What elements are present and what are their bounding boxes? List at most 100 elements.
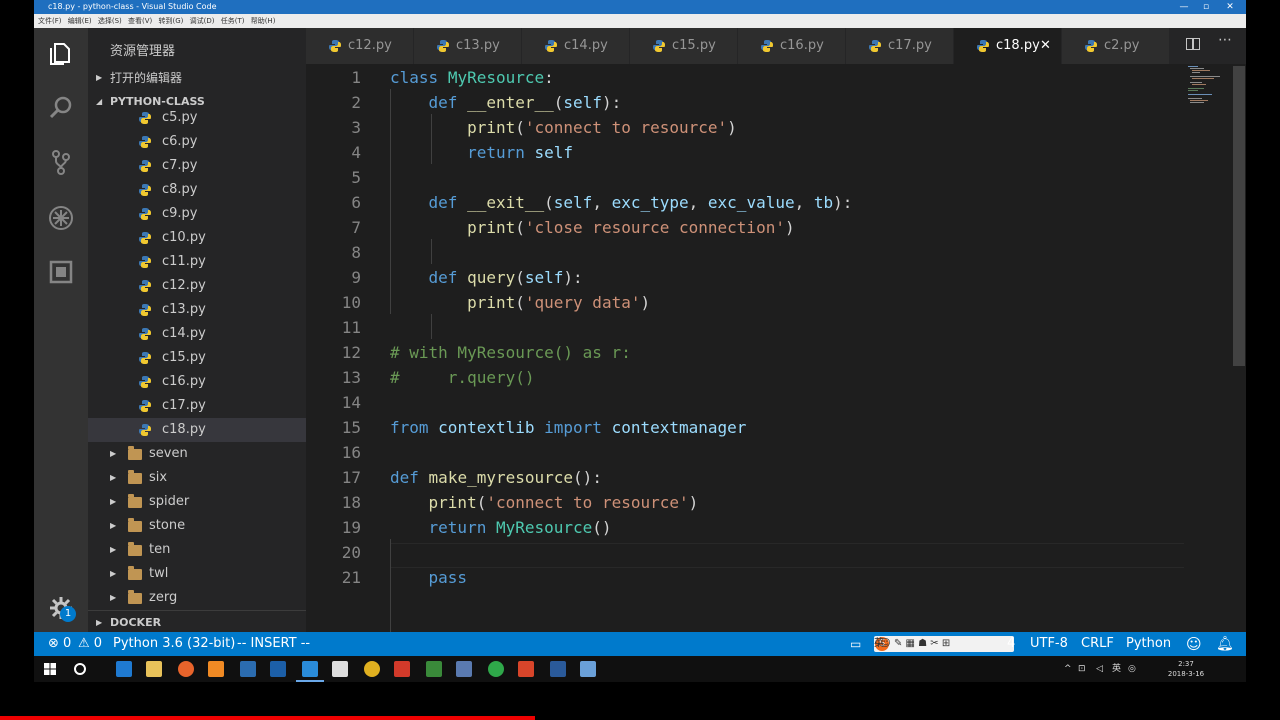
debug-icon[interactable]: [47, 204, 75, 232]
warnings-indicator[interactable]: ⚠ 0: [78, 632, 102, 656]
explorer-icon[interactable]: [47, 40, 75, 68]
cortana-icon[interactable]: [74, 663, 86, 675]
file-item[interactable]: c9.py: [88, 202, 306, 226]
code-line[interactable]: print('connect to resource'): [390, 115, 737, 140]
folder-item[interactable]: ▶ six: [88, 466, 306, 490]
file-item[interactable]: c6.py: [88, 130, 306, 154]
file-explorer-icon[interactable]: [146, 661, 162, 677]
folder-item[interactable]: ▶ twl: [88, 562, 306, 586]
menu-debug[interactable]: 调试(D): [190, 14, 215, 28]
app-icon-light-blue[interactable]: [580, 661, 596, 677]
menu-goto[interactable]: 转到(G): [159, 14, 184, 28]
source-control-icon[interactable]: [47, 148, 75, 176]
code-line[interactable]: def make_myresource():: [390, 465, 602, 490]
errors-indicator[interactable]: ⊗ 0: [48, 632, 71, 656]
file-item[interactable]: c10.py: [88, 226, 306, 250]
vscode-taskbar-icon[interactable]: [296, 661, 324, 682]
app-icon-blue[interactable]: [240, 661, 256, 677]
line-ending[interactable]: CRLF: [1081, 632, 1114, 656]
code-line[interactable]: print('close resource connection'): [390, 215, 795, 240]
split-editor-icon[interactable]: [1186, 38, 1200, 50]
close-tab-icon[interactable]: ✕: [1040, 28, 1051, 64]
menu-tasks[interactable]: 任务(T): [221, 14, 245, 28]
tab-c2-py[interactable]: c2.py: [1062, 28, 1170, 64]
tray-chevron-icon[interactable]: ^: [1064, 656, 1072, 682]
feedback-smiley-icon[interactable]: ☺: [1186, 632, 1202, 656]
file-item[interactable]: c18.py: [88, 418, 306, 442]
folder-item[interactable]: ▶ spider: [88, 490, 306, 514]
file-item[interactable]: c8.py: [88, 178, 306, 202]
minimize-button[interactable]: —: [1174, 0, 1194, 14]
network-icon[interactable]: ⊡: [1078, 656, 1086, 682]
tray-app-icon[interactable]: ◎: [1128, 656, 1136, 682]
code-line[interactable]: print('query data'): [390, 290, 650, 315]
open-editors-section[interactable]: ▶ 打开的编辑器: [88, 66, 306, 90]
code-line[interactable]: def __exit__(self, exc_type, exc_value, …: [390, 190, 853, 215]
language-mode[interactable]: Python: [1126, 632, 1171, 656]
tab-c14-py[interactable]: c14.py: [522, 28, 630, 64]
folder-item[interactable]: ▶ seven: [88, 442, 306, 466]
tab-c13-py[interactable]: c13.py: [414, 28, 522, 64]
docker-section[interactable]: ▶ DOCKER: [88, 610, 306, 632]
code-line[interactable]: # with MyResource() as r:: [390, 340, 631, 365]
code-line[interactable]: class MyResource:: [390, 65, 554, 90]
app-icon-orange[interactable]: [208, 661, 224, 677]
file-item[interactable]: c16.py: [88, 370, 306, 394]
xmind-icon[interactable]: [394, 661, 410, 677]
notepad-icon[interactable]: [332, 661, 348, 677]
app-icon-green[interactable]: [426, 661, 442, 677]
tab-c17-py[interactable]: c17.py: [846, 28, 954, 64]
file-item[interactable]: c14.py: [88, 322, 306, 346]
close-window-button[interactable]: ✕: [1220, 0, 1240, 14]
more-actions-icon[interactable]: ⋯: [1218, 32, 1232, 48]
windows-start-icon[interactable]: [44, 663, 56, 675]
folder-item[interactable]: ▶ zerg: [88, 586, 306, 610]
code-line[interactable]: return self: [390, 140, 573, 165]
menu-help[interactable]: 帮助(H): [251, 14, 276, 28]
tray-ime[interactable]: 英: [1112, 656, 1121, 682]
wechat-icon[interactable]: [488, 661, 504, 677]
file-item[interactable]: c7.py: [88, 154, 306, 178]
ime-toolbar[interactable]: S 英 ·,☺ ✎ ▦ ☗ ✂ ⊞: [874, 636, 1014, 652]
menu-file[interactable]: 文件(F): [38, 14, 62, 28]
tab-c15-py[interactable]: c15.py: [630, 28, 738, 64]
menu-selection[interactable]: 选择(S): [98, 14, 122, 28]
tab-c18-py[interactable]: c18.py ✕: [954, 28, 1062, 64]
photos-icon[interactable]: [456, 661, 472, 677]
vertical-scrollbar[interactable]: [1232, 64, 1246, 632]
file-item[interactable]: c13.py: [88, 298, 306, 322]
taskbar-clock[interactable]: 2:37 2018-3-16: [1166, 659, 1206, 679]
minimap[interactable]: [1186, 64, 1226, 104]
code-line[interactable]: # r.query(): [390, 365, 535, 390]
folder-item[interactable]: ▶ ten: [88, 538, 306, 562]
terminal-icon[interactable]: ▭: [850, 632, 861, 656]
tab-c12-py[interactable]: c12.py: [306, 28, 414, 64]
search-icon[interactable]: [47, 94, 75, 122]
volume-icon[interactable]: ◁: [1096, 656, 1103, 682]
app-icon-window[interactable]: [270, 661, 286, 677]
code-line[interactable]: return MyResource(): [390, 515, 612, 540]
menu-view[interactable]: 查看(V): [128, 14, 152, 28]
file-item[interactable]: c5.py: [88, 106, 306, 130]
extensions-icon[interactable]: [47, 258, 75, 286]
app-icon-dark-blue[interactable]: [550, 661, 566, 677]
file-item[interactable]: c11.py: [88, 250, 306, 274]
edge-icon[interactable]: [116, 661, 132, 677]
code-line[interactable]: def __enter__(self):: [390, 90, 622, 115]
code-editor[interactable]: 1 class MyResource: 2 def __enter__(self):…: [306, 64, 1246, 632]
file-item[interactable]: c17.py: [88, 394, 306, 418]
code-line[interactable]: pass: [390, 565, 468, 590]
file-item[interactable]: c15.py: [88, 346, 306, 370]
chrome-icon[interactable]: [364, 661, 380, 677]
code-line[interactable]: print('connect to resource'): [390, 490, 699, 515]
folder-item[interactable]: ▶ stone: [88, 514, 306, 538]
tab-c16-py[interactable]: c16.py: [738, 28, 846, 64]
app-icon-red[interactable]: [518, 661, 534, 677]
bell-icon[interactable]: 🔔︎: [1216, 632, 1234, 656]
scrollbar-thumb[interactable]: [1233, 66, 1245, 366]
code-line[interactable]: def query(self):: [390, 265, 583, 290]
maximize-button[interactable]: ▫: [1196, 0, 1216, 14]
menu-edit[interactable]: 编辑(E): [68, 14, 92, 28]
python-interpreter[interactable]: Python 3.6 (32-bit): [113, 632, 235, 656]
code-line[interactable]: from contextlib import contextmanager: [390, 415, 746, 440]
